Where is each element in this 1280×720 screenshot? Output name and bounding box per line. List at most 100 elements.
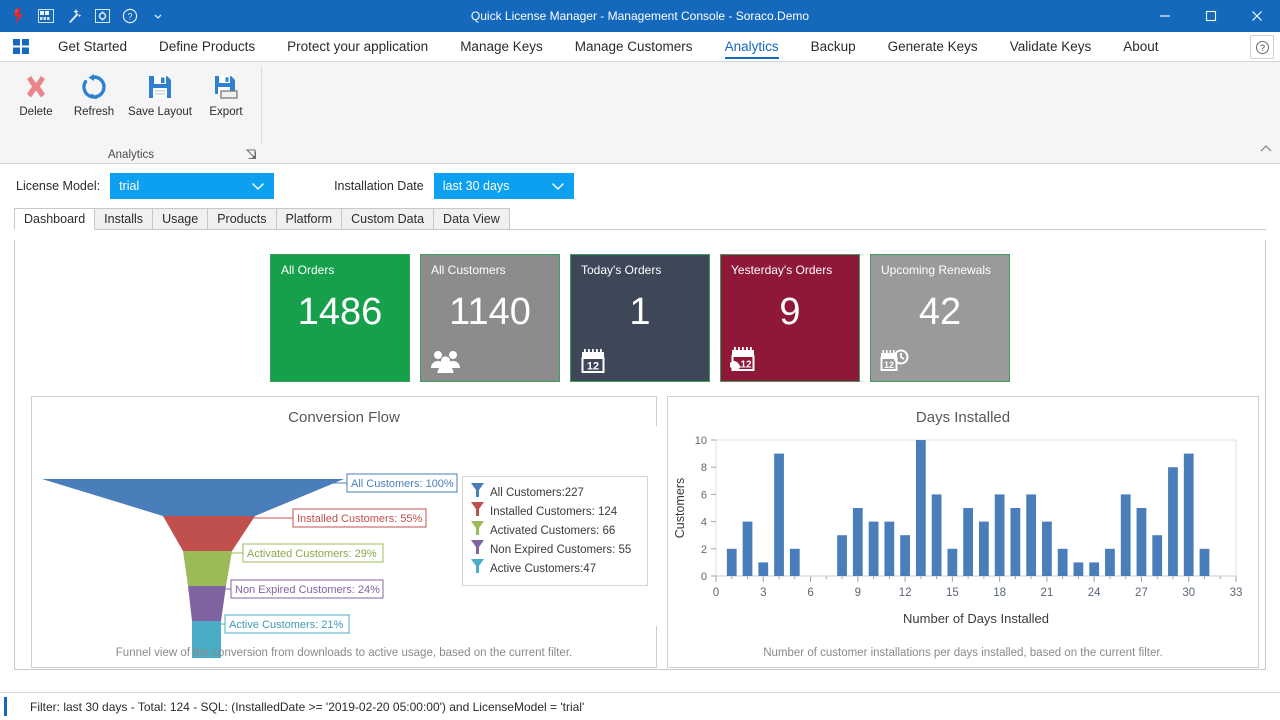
maximize-button[interactable] (1188, 0, 1234, 32)
bar[interactable] (1010, 508, 1021, 576)
bar[interactable] (1057, 548, 1068, 576)
funnel-shape-4[interactable] (188, 586, 226, 621)
save-layout-button[interactable]: Save Layout (124, 66, 196, 120)
grid-icon[interactable] (34, 4, 58, 28)
svg-text:21: 21 (1041, 587, 1054, 599)
bar[interactable] (915, 440, 926, 576)
tab-products[interactable]: Products (207, 208, 277, 230)
kpi-tile-upcoming-renewals[interactable]: Upcoming Renewals 42 12 (870, 254, 1010, 382)
ribbon-tab-get-started[interactable]: Get Started (42, 32, 143, 61)
bar[interactable] (1152, 535, 1163, 576)
bar[interactable] (947, 548, 958, 576)
export-button[interactable]: Export (198, 66, 254, 120)
bar[interactable] (868, 521, 879, 576)
tab-installs[interactable]: Installs (94, 208, 154, 230)
tab-custom-data[interactable]: Custom Data (341, 208, 435, 230)
svg-text:12: 12 (587, 361, 599, 373)
ribbon-tab-protect-your-application[interactable]: Protect your application (271, 32, 444, 61)
wand-icon[interactable] (62, 4, 86, 28)
kpi-title: Upcoming Renewals (881, 263, 992, 277)
ribbon-app-menu-icon[interactable] (0, 32, 42, 61)
bar[interactable] (726, 548, 737, 576)
kpi-tile-all-customers[interactable]: All Customers 1140 (420, 254, 560, 382)
minimize-button[interactable] (1142, 0, 1188, 32)
svg-text:9: 9 (855, 587, 861, 599)
bar[interactable] (900, 535, 910, 576)
ribbon-collapse-icon[interactable] (1260, 141, 1272, 159)
kpi-value: 9 (779, 291, 801, 333)
funnel-label-text: All Customers: 100% (351, 478, 454, 490)
ribbon-tab-backup[interactable]: Backup (795, 32, 872, 61)
kpi-tile-todays-orders[interactable]: Today's Orders 1 12 (570, 254, 710, 382)
bar[interactable] (978, 521, 989, 576)
bar[interactable] (1183, 453, 1194, 576)
bar[interactable] (1089, 562, 1100, 576)
dashboard-tab-strip: Dashboard Installs Usage Products Platfo… (0, 208, 1280, 230)
refresh-icon (80, 70, 108, 104)
funnel-label-4: Non Expired Customers: 24% (230, 579, 384, 599)
ribbon-tab-validate-keys[interactable]: Validate Keys (994, 32, 1108, 61)
ribbon-help-button[interactable]: ? (1250, 35, 1274, 59)
delete-button-label: Delete (19, 106, 53, 118)
tab-dashboard[interactable]: Dashboard (14, 208, 96, 230)
license-model-select[interactable]: trial (110, 173, 275, 199)
bar[interactable] (852, 508, 863, 576)
ribbon-tab-manage-keys[interactable]: Manage Keys (444, 32, 559, 61)
ribbon-tab-generate-keys[interactable]: Generate Keys (872, 32, 994, 61)
bar[interactable] (1120, 494, 1131, 576)
funnel-shape-3[interactable] (183, 551, 232, 586)
application-window: ? Quick License Manager - Management Con… (0, 0, 1280, 720)
bar[interactable] (994, 494, 1005, 576)
ribbon-tab-about[interactable]: About (1107, 32, 1174, 61)
window-controls (1142, 0, 1280, 32)
help-icon[interactable]: ? (118, 4, 142, 28)
title-bar: ? Quick License Manager - Management Con… (0, 0, 1280, 32)
installation-date-select[interactable]: last 30 days (433, 173, 574, 199)
bar[interactable] (789, 548, 800, 576)
tab-data-view[interactable]: Data View (433, 208, 510, 230)
ribbon-tab-manage-customers[interactable]: Manage Customers (559, 32, 709, 61)
ribbon-tab-define-products[interactable]: Define Products (143, 32, 271, 61)
bar[interactable] (1073, 562, 1084, 576)
bar[interactable] (963, 508, 974, 576)
window-settings-icon[interactable] (90, 4, 114, 28)
svg-text:12: 12 (884, 360, 894, 370)
bar[interactable] (1168, 467, 1178, 576)
svg-text:0: 0 (701, 571, 707, 583)
bar[interactable] (884, 521, 895, 576)
legend-item: Active Customers:47 (471, 559, 639, 578)
ribbon-group-separator (261, 66, 262, 143)
bar[interactable] (931, 494, 942, 576)
tab-usage[interactable]: Usage (152, 208, 209, 230)
svg-text:18: 18 (993, 587, 1006, 599)
bar[interactable] (758, 562, 769, 576)
delete-button[interactable]: Delete (8, 66, 64, 120)
ribbon-tab-analytics[interactable]: Analytics (709, 32, 795, 61)
kpi-title: All Orders (281, 263, 335, 277)
legend-label: Non Expired Customers: 55 (490, 543, 632, 556)
bar[interactable] (1199, 548, 1210, 576)
kpi-tile-yesterdays-orders[interactable]: Yesterday's Orders 9 12 (720, 254, 860, 382)
tab-platform[interactable]: Platform (275, 208, 343, 230)
days-installed-title: Days Installed (915, 409, 1011, 426)
kpi-tile-all-orders[interactable]: All Orders 1486 (270, 254, 410, 382)
app-logo-icon[interactable] (6, 4, 30, 28)
kpi-value: 1486 (297, 291, 383, 333)
bar[interactable] (1042, 521, 1052, 576)
kpi-value: 1 (629, 291, 651, 333)
bar[interactable] (1136, 508, 1147, 576)
export-button-label: Export (209, 106, 243, 118)
refresh-button[interactable]: Refresh (66, 66, 122, 120)
bar[interactable] (742, 521, 753, 576)
funnel-swatch-icon (471, 501, 484, 522)
dialog-launcher-icon[interactable] (245, 148, 258, 160)
funnel-label-2: Installed Customers: 55% (292, 508, 427, 528)
bar[interactable] (1026, 494, 1037, 576)
close-button[interactable] (1234, 0, 1280, 32)
bar[interactable] (837, 535, 847, 576)
bar[interactable] (774, 453, 784, 576)
ribbon-group-title: Analytics (107, 149, 155, 161)
svg-text:27: 27 (1135, 587, 1148, 599)
bar[interactable] (1105, 548, 1115, 576)
chevron-down-icon[interactable] (146, 4, 170, 28)
